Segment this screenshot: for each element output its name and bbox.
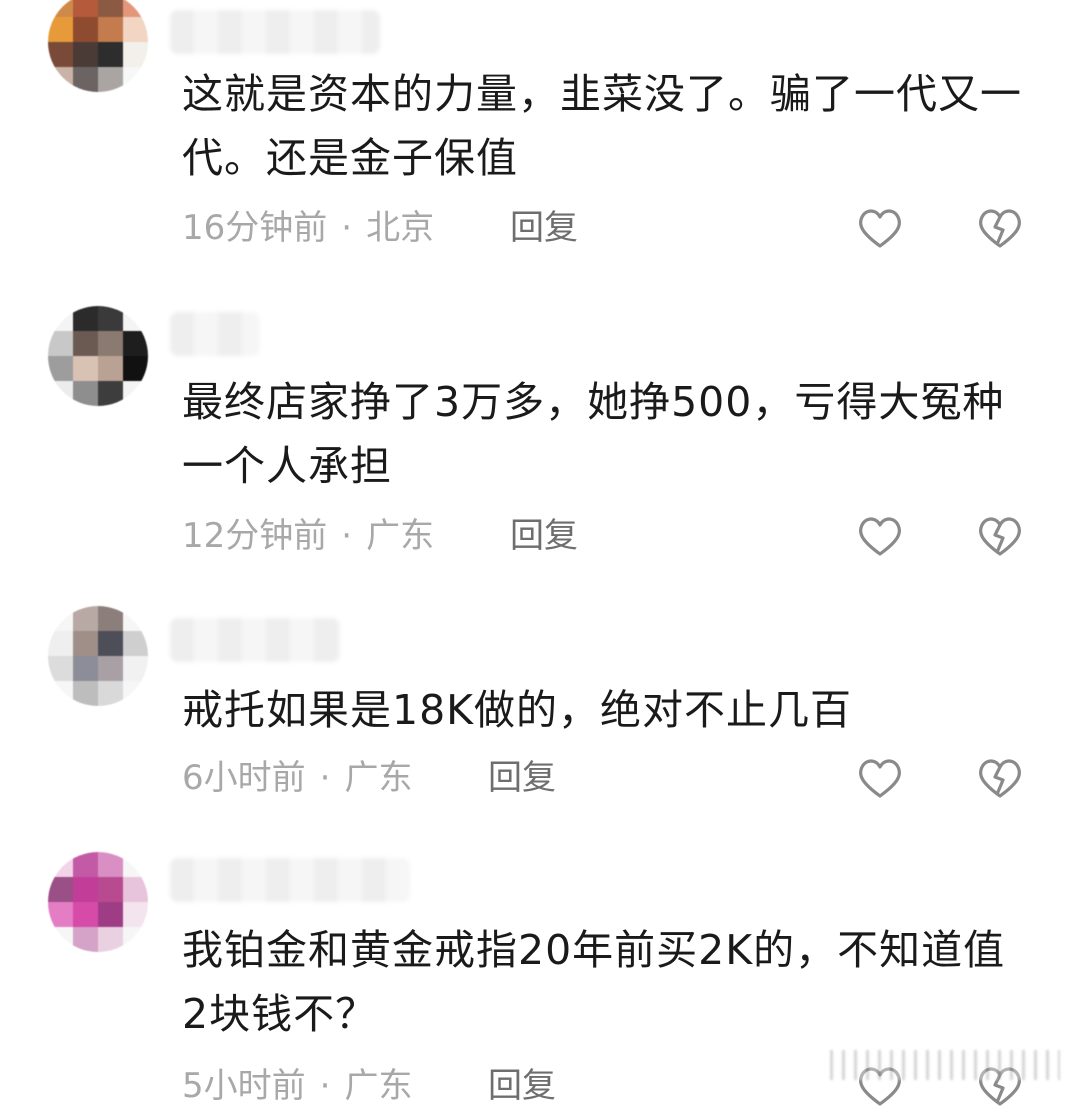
comment-time: 12分钟前	[182, 516, 328, 556]
username-blurred[interactable]	[170, 10, 380, 54]
comment-text: 最终店家挣了3万多，她挣500，亏得大冤种一个人承担	[182, 378, 1005, 490]
comment-location: 北京	[366, 208, 435, 248]
reply-button[interactable]: 回复	[510, 514, 578, 558]
reply-button[interactable]: 回复	[510, 206, 578, 250]
username-blurred[interactable]	[170, 312, 260, 356]
meta-separator: ·	[341, 516, 353, 556]
comment-meta: 12分钟前 · 广东	[182, 514, 434, 558]
meta-separator: ·	[341, 208, 353, 248]
comment-meta: 5小时前 · 广东	[182, 1064, 412, 1108]
comment-location: 广东	[344, 758, 413, 798]
meta-separator: ·	[319, 1066, 331, 1106]
avatar[interactable]	[48, 606, 148, 706]
username-blurred[interactable]	[170, 858, 410, 902]
broken-heart-icon[interactable]	[976, 756, 1024, 800]
comment-time: 5小时前	[182, 1066, 306, 1106]
watermark-overlay	[830, 1050, 1060, 1080]
comment-location: 广东	[344, 1066, 413, 1106]
avatar[interactable]	[48, 852, 148, 952]
reply-button[interactable]: 回复	[488, 756, 556, 800]
comment-text: 这就是资本的力量，韭菜没了。骗了一代又一代。还是金子保值	[182, 70, 1022, 182]
broken-heart-icon[interactable]	[976, 514, 1024, 558]
meta-separator: ·	[319, 758, 331, 798]
comment-meta: 6小时前 · 广东	[182, 756, 412, 800]
comment-meta: 16分钟前 · 北京	[182, 206, 434, 250]
comment-time: 6小时前	[182, 758, 306, 798]
reply-button[interactable]: 回复	[488, 1064, 556, 1108]
broken-heart-icon[interactable]	[976, 206, 1024, 250]
heart-outline-icon[interactable]	[856, 206, 904, 250]
avatar[interactable]	[48, 306, 148, 406]
comment-text: 我铂金和黄金戒指20年前买2K的，不知道值2块钱不？	[182, 926, 1006, 1038]
heart-outline-icon[interactable]	[856, 756, 904, 800]
username-blurred[interactable]	[170, 618, 340, 662]
comment-text: 戒托如果是18K做的，绝对不止几百	[182, 686, 853, 734]
comment-location: 广东	[366, 516, 435, 556]
avatar[interactable]	[48, 0, 148, 92]
comment-time: 16分钟前	[182, 208, 328, 248]
heart-outline-icon[interactable]	[856, 514, 904, 558]
